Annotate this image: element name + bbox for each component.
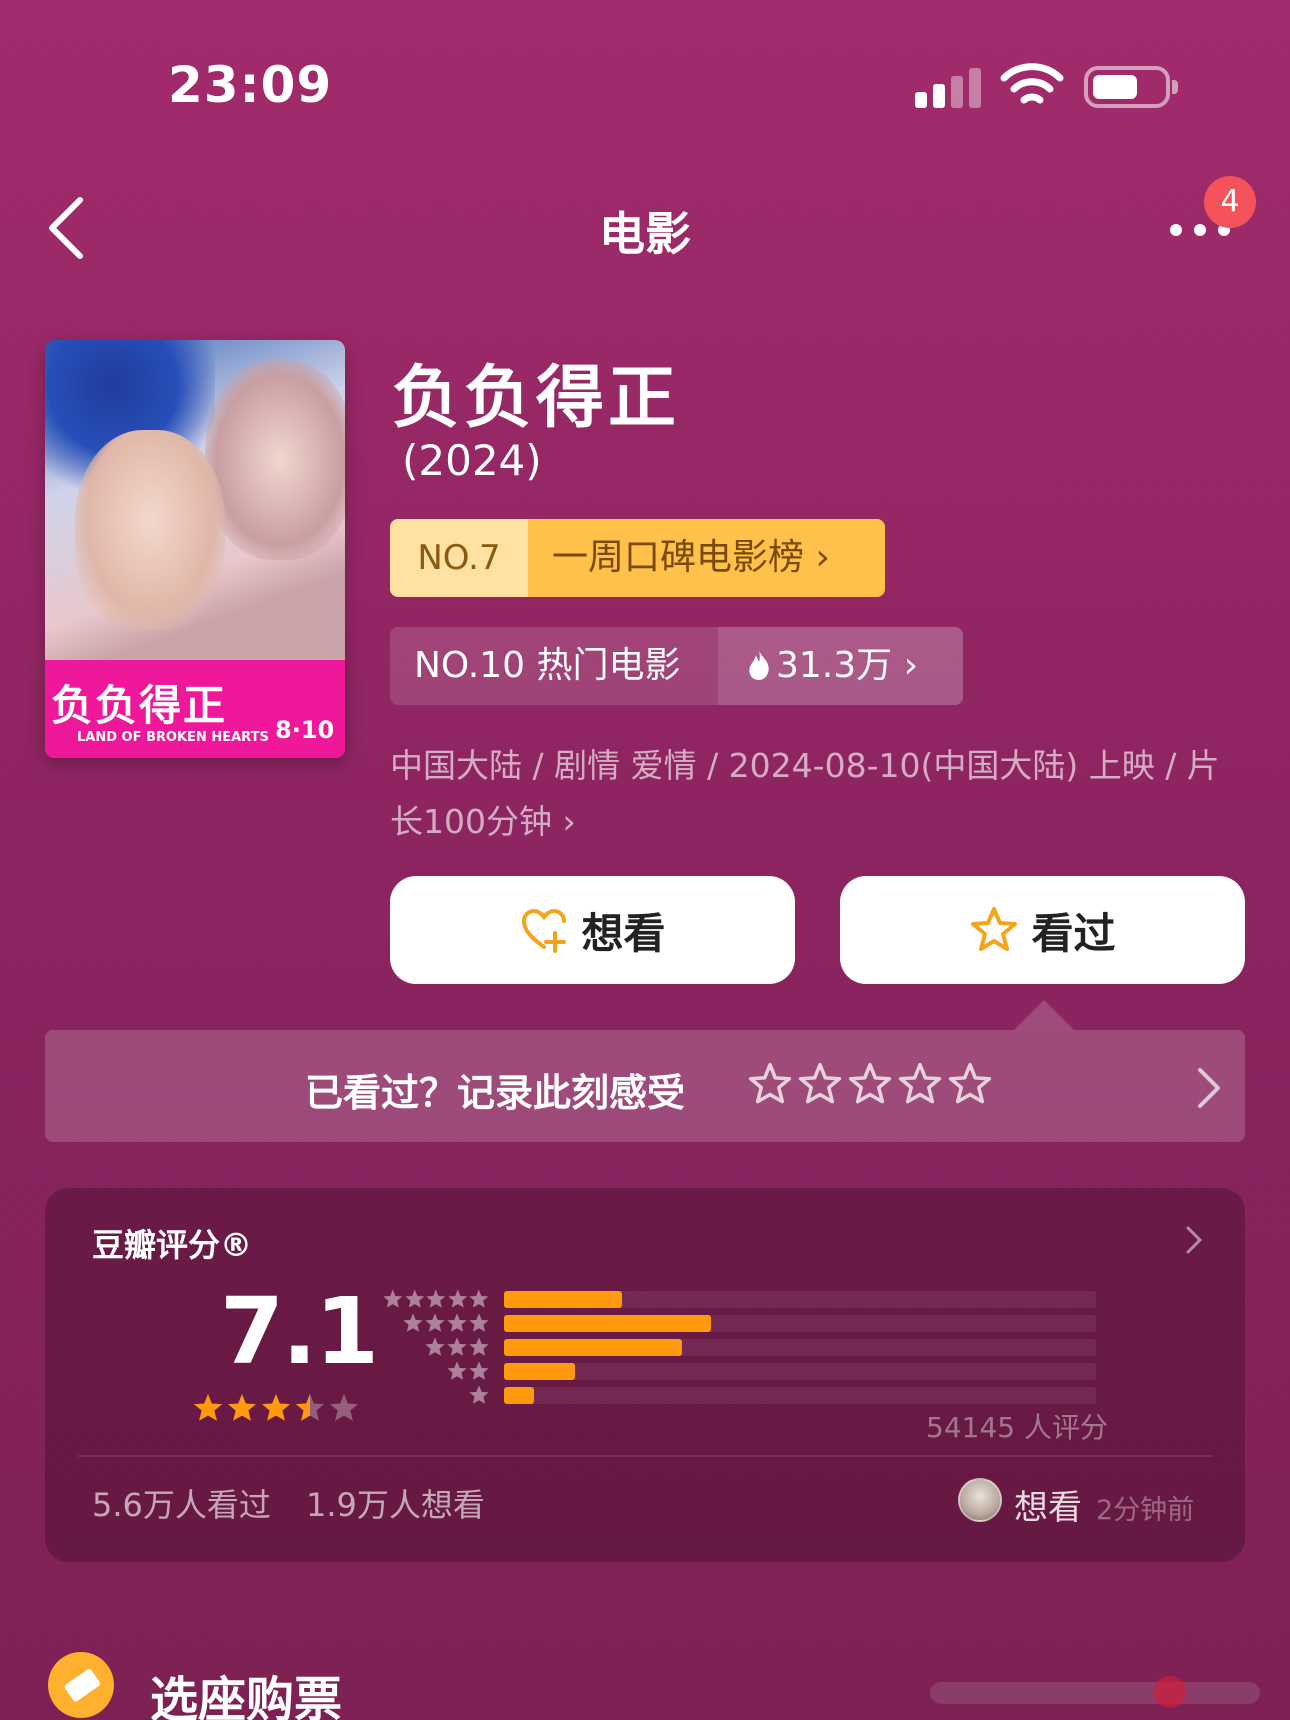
movie-title: 负负得正 [392,359,681,438]
star-icon [261,1393,291,1421]
weekly-rank-label: 一周口碑电影榜 › [528,519,885,597]
star-icon [329,1393,359,1421]
star-icon [404,1289,424,1308]
want-to-watch-button[interactable]: 想看 [390,876,795,984]
distribution-stars [382,1384,490,1406]
star-icon [295,1393,325,1421]
want-count[interactable]: 1.9万人想看 [306,1480,485,1526]
hot-rank-number: NO.10 热门电影 [414,645,681,686]
rating-score: 7.1 [220,1278,379,1385]
star-icon [848,1062,892,1104]
distribution-stars [382,1360,490,1382]
star-icon [798,1062,842,1104]
status-time: 23:09 [168,56,333,114]
distribution-track [504,1363,1096,1380]
star-icon [383,1289,403,1308]
star-icon [898,1062,942,1104]
star-icon [425,1313,445,1332]
movie-poster[interactable]: 负负得正 LAND OF BROKEN HEARTS 8·10 [45,340,345,758]
star-icon [403,1313,423,1332]
distribution-track [504,1387,1096,1404]
rating-stars [192,1392,360,1424]
distribution-stars [382,1288,490,1310]
distribution-bar [504,1315,711,1332]
hot-rank-tag[interactable]: NO.10 热门电影 31.3万 › [390,627,963,705]
raters-count: 54145 人评分 [926,1411,1108,1444]
friend-action: 想看 [1014,1488,1082,1528]
distribution-track [504,1291,1096,1308]
poster-title-art: 负负得正 [51,681,228,730]
buy-ticket-title[interactable]: 选座购票 [150,1660,342,1720]
wifi-icon [1000,63,1064,104]
distribution-row [382,1288,1102,1310]
watched-label: 看过 [1031,908,1116,958]
distribution-bar [504,1339,682,1356]
distribution-row [382,1336,1102,1358]
hot-value-text: 31.3万 › [776,645,918,686]
poster-subtitle: LAND OF BROKEN HEARTS [77,730,269,745]
star-icon [469,1337,489,1356]
friend-action-time: 2分钟前 [1096,1495,1195,1526]
star-icon [948,1062,992,1104]
star-icon [448,1289,468,1308]
flame-icon [749,650,769,680]
ticket-icon [48,1652,114,1718]
star-icon [447,1313,467,1332]
star-icon [469,1313,489,1332]
watched-count[interactable]: 5.6万人看过 [92,1480,271,1526]
star-icon [447,1337,467,1356]
star-icon [748,1062,792,1104]
rate-pointer [1014,1000,1074,1030]
divider [78,1455,1212,1457]
want-to-watch-label: 想看 [581,908,666,958]
page-title: 电影 [599,207,691,261]
chevron-right-icon[interactable] [1188,1064,1228,1112]
distribution-row [382,1360,1102,1382]
rate-prompt-text: 已看过？记录此刻感受 [305,1071,686,1115]
star-outline-icon [971,907,1018,951]
distribution-stars [382,1336,490,1358]
rate-stars[interactable] [748,1062,992,1106]
star-icon [426,1289,446,1308]
distribution-track [504,1339,1096,1356]
rating-title: 豆瓣评分® [92,1226,253,1264]
cellular-signal-icon [915,66,985,108]
distribution-bar [504,1387,534,1404]
star-icon [469,1361,489,1380]
watched-button[interactable]: 看过 [840,876,1245,984]
movie-year: (2024) [402,436,542,485]
star-icon [227,1393,257,1421]
movie-meta-info[interactable]: 中国大陆 / 剧情 爱情 / 2024-08-10(中国大陆) 上映 / 片长1… [390,738,1240,850]
battery-icon [1084,66,1178,108]
weekly-rank-tag[interactable]: NO.7 一周口碑电影榜 › [390,519,885,597]
poster-date: 8·10 [275,716,335,744]
cinema-preview [930,1676,1260,1708]
star-icon [469,1289,489,1308]
weekly-rank-number: NO.7 [390,519,528,597]
friend-avatar[interactable] [958,1478,1002,1522]
distribution-stars [382,1312,490,1334]
distribution-bar [504,1291,622,1308]
distribution-row [382,1384,1102,1406]
notification-badge: 4 [1204,176,1256,228]
star-icon [193,1393,223,1421]
distribution-track [504,1315,1096,1332]
star-icon [425,1337,445,1356]
heart-plus-icon [522,908,567,953]
star-icon [469,1385,489,1404]
distribution-bar [504,1363,575,1380]
chevron-right-icon[interactable] [1180,1222,1208,1258]
distribution-row [382,1312,1102,1334]
star-icon [447,1361,467,1380]
hot-value: 31.3万 › [718,627,963,705]
